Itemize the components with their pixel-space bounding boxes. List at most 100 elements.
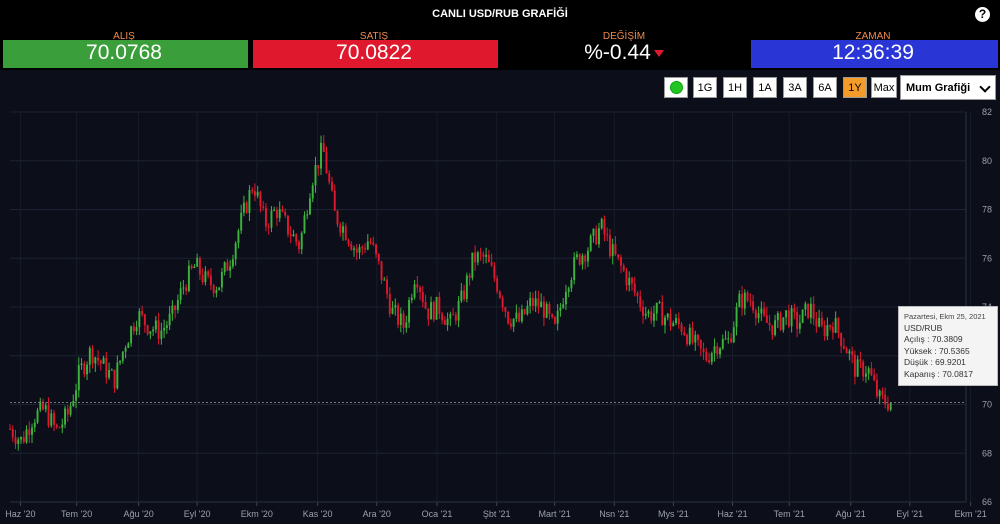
candle-body — [713, 346, 716, 354]
candle-body — [366, 241, 369, 250]
candle-body — [501, 297, 504, 308]
candle-body — [270, 210, 273, 228]
candle-body — [273, 210, 276, 212]
candle-body — [83, 363, 86, 375]
x-tick-label: Ekm '20 — [241, 509, 273, 519]
candle-body — [69, 406, 72, 415]
candle-body — [435, 296, 438, 320]
candle-body — [47, 405, 50, 426]
candle-body — [752, 301, 755, 311]
candle-body — [694, 334, 697, 343]
candle-body — [430, 302, 433, 320]
range-button-1y[interactable]: 1Y — [843, 77, 867, 98]
candle-body — [622, 265, 625, 271]
candle-body — [631, 277, 633, 284]
candle-body — [498, 291, 501, 298]
range-button-3a[interactable]: 3A — [783, 77, 807, 98]
candle-body — [325, 151, 328, 174]
candle-body — [721, 338, 724, 349]
candle-body — [295, 234, 298, 242]
candle-body — [212, 285, 215, 294]
candle-body — [163, 327, 166, 331]
candle-body — [567, 288, 570, 292]
candle-body — [526, 305, 529, 314]
candle-body — [570, 279, 573, 289]
candle-body — [347, 240, 350, 244]
candle-body — [91, 348, 94, 364]
candle-body — [735, 306, 738, 328]
candle-body — [487, 254, 490, 263]
candle-body — [386, 279, 389, 294]
range-button-6a[interactable]: 6A — [813, 77, 837, 98]
candle-body — [446, 318, 449, 325]
down-arrow-icon — [653, 49, 664, 57]
candle-body — [44, 405, 47, 410]
candle-body — [573, 257, 576, 280]
candle-body — [765, 315, 768, 323]
candle-body — [804, 303, 807, 310]
candle-body — [686, 335, 688, 345]
candle-body — [292, 234, 295, 237]
candlestick-chart[interactable]: 666870727476788082 Haz '20Tem '20Ağu '20… — [0, 106, 1000, 524]
candle-body — [578, 254, 581, 265]
candle-body — [369, 241, 372, 243]
range-button-1h[interactable]: 1H — [723, 77, 747, 98]
candle-body — [862, 361, 865, 377]
range-button-1g[interactable]: 1G — [693, 77, 717, 98]
candle-body — [837, 318, 840, 334]
tooltip-close: Kapanış : 70.0817 — [904, 368, 974, 379]
candle-body — [485, 254, 488, 257]
candle-body — [867, 368, 870, 374]
candle-body — [468, 275, 471, 278]
candle-body — [105, 357, 108, 378]
candle-body — [421, 292, 424, 303]
candle-body — [28, 429, 31, 435]
range-button-1a[interactable]: 1A — [753, 77, 777, 98]
x-tick-label: Eyl '20 — [184, 509, 211, 519]
candle-body — [460, 290, 463, 302]
candle-body — [413, 284, 416, 298]
candle-body — [388, 293, 391, 314]
help-icon[interactable]: ? — [975, 7, 990, 22]
live-toggle[interactable] — [664, 77, 688, 98]
candle-body — [520, 309, 523, 322]
candle-body — [881, 390, 884, 395]
candle-body — [584, 255, 587, 262]
candle-body — [262, 206, 265, 208]
candle-body — [666, 313, 669, 318]
candle-body — [264, 207, 267, 227]
candle-body — [80, 363, 83, 366]
x-tick-label: Oca '21 — [422, 509, 453, 519]
candle-body — [595, 228, 598, 245]
chart-type-select[interactable]: Mum Grafiği — [900, 75, 996, 100]
candle-body — [699, 339, 702, 349]
candle-body — [669, 313, 672, 327]
tooltip-date: Pazartesi, Ekm 25, 2021 — [904, 312, 986, 321]
candle-body — [289, 234, 292, 237]
candle-body — [31, 427, 33, 435]
time-value: 12:36:39 — [832, 41, 914, 64]
candle-body — [675, 318, 677, 324]
candle-body — [397, 305, 400, 325]
candle-body — [479, 252, 482, 254]
candle-body — [658, 301, 661, 303]
candle-body — [143, 314, 146, 326]
candle-body — [826, 325, 829, 337]
x-tick-label: Şbt '21 — [483, 509, 511, 519]
candle-body — [251, 190, 254, 192]
candle-body — [537, 298, 540, 308]
candle-body — [518, 312, 521, 322]
candle-body — [86, 364, 89, 375]
candle-body — [220, 272, 223, 288]
candle-body — [157, 320, 160, 339]
candle-body — [809, 303, 812, 318]
candle-body — [553, 317, 556, 324]
range-button-max[interactable]: Max — [871, 77, 897, 98]
candle-body — [672, 323, 675, 327]
candle-body — [311, 185, 314, 199]
candle-body — [757, 313, 760, 319]
candle-body — [834, 318, 837, 333]
candle-body — [234, 243, 237, 260]
candle-body — [771, 325, 774, 335]
candle-body — [875, 380, 878, 397]
